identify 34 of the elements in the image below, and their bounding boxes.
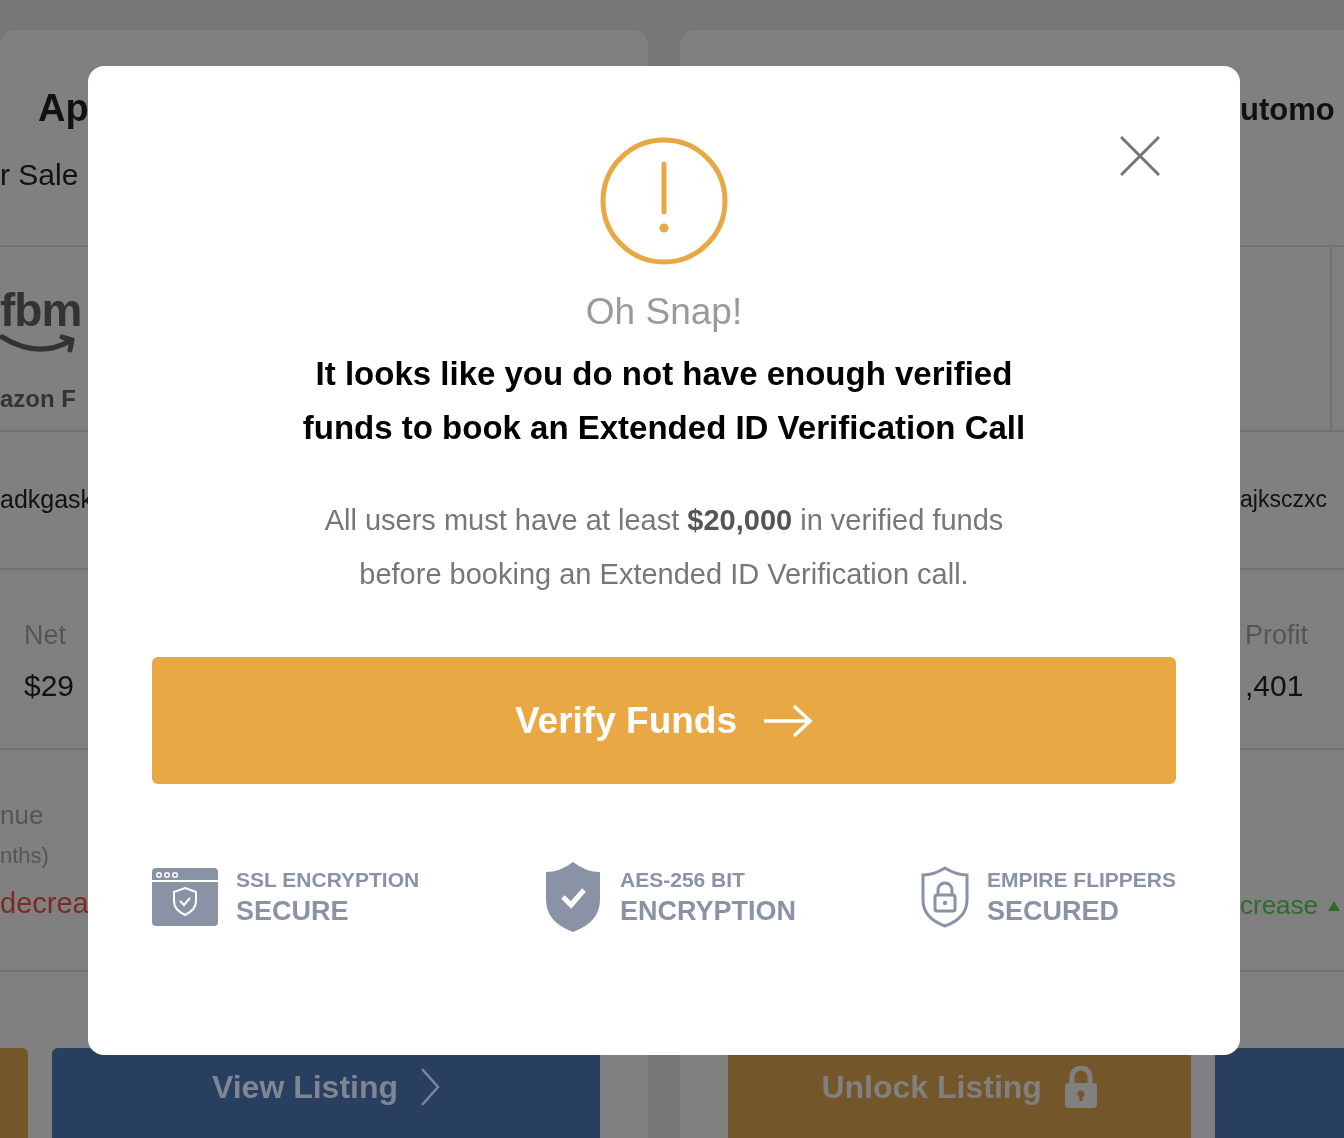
chevron-right-icon [420,1067,441,1107]
listing-button[interactable] [1215,1048,1344,1138]
lock-icon [1063,1066,1098,1108]
close-icon[interactable] [1120,136,1160,176]
listing-title: Ap [38,87,89,130]
browser-shield-icon [152,868,218,926]
modal-title: Oh Snap! [585,291,743,333]
listing-name: adkgask [0,485,94,515]
badge-title: ENCRYPTION [620,895,797,927]
listing-subtitle: r Sale [0,158,79,192]
badge-title: SECURE [236,895,350,927]
badge-title: SECURED [986,895,1120,927]
arrow-right-icon [763,703,814,738]
badge-caption: AES-256 BIT [620,867,746,892]
up-triangle-icon [1328,900,1341,911]
verify-funds-button[interactable]: Verify Funds [152,657,1176,784]
alert-icon [600,137,728,265]
logo-text: fbm [0,287,82,333]
view-listing-button[interactable]: View Listing [52,1048,600,1138]
modal-heading: It looks like you do not have enough verified funds to book an Extended ID Verification Call [301,354,1027,448]
metric-value: $29 [24,668,75,703]
listing-title: utomo [1240,92,1335,128]
shield-lock-icon [920,866,969,928]
listing-button[interactable] [0,1048,28,1138]
trend-text: decrea [0,887,89,921]
badge-caption: EMPIRE FLIPPERS [986,867,1176,892]
modal-message: All users must have at least $20,000 in verified funds before booking an Extended ID Verification call. [323,503,1005,592]
trend-text: crease [1240,890,1319,922]
listing-name: ajksczxc [1240,486,1327,514]
logo-caption: azon F [0,385,76,413]
metric-value: ,401 [1245,668,1304,703]
shield-check-icon [544,862,603,932]
badge-caption: SSL ENCRYPTION [236,867,420,892]
smile-arrow-icon [0,333,78,355]
